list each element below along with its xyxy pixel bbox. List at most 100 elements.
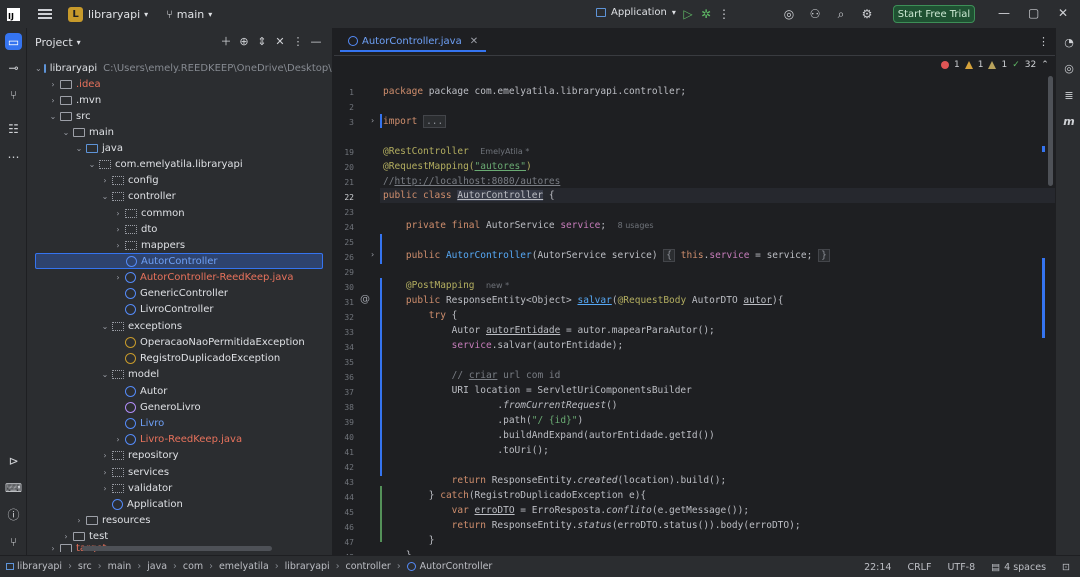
tree-item-livro-reedkeep[interactable]: › Livro-ReedKeep.java	[27, 431, 327, 447]
add-user-icon[interactable]: ⚇	[806, 5, 824, 23]
database-icon[interactable]: ≣	[1061, 87, 1077, 103]
endpoint-gutter-icon[interactable]: @	[360, 294, 370, 305]
tree-item-autorcontroller-selected[interactable]: AutorController	[35, 253, 323, 269]
run-icon[interactable]: ▷	[679, 5, 697, 23]
lock-icon[interactable]: ⊡	[1062, 562, 1070, 573]
tree-item-test[interactable]: › test	[27, 528, 327, 544]
fold-chevron-icon[interactable]: ›	[371, 250, 374, 259]
chevron-down-icon[interactable]: ▾	[77, 38, 81, 47]
indent-icon: ▤	[991, 561, 1001, 573]
start-free-trial-button[interactable]: Start Free Trial	[893, 5, 975, 23]
tab-options-icon[interactable]: ⋮	[1038, 35, 1049, 48]
branch-selector[interactable]: ⑂ main ▾	[166, 8, 212, 21]
pull-requests-icon[interactable]: ⑂	[5, 86, 22, 103]
tree-item-main[interactable]: ⌄ main	[27, 124, 327, 140]
breadcrumb-item[interactable]: src	[78, 561, 92, 572]
tree-item-resources[interactable]: › resources	[27, 512, 327, 528]
add-icon[interactable]: ＋	[220, 35, 232, 48]
scroll-marker	[1042, 146, 1045, 152]
code-line-36: // criar url com id	[451, 370, 561, 381]
breadcrumb-item[interactable]: emelyatila	[219, 561, 269, 572]
tree-item-operacaonaopermitidaexception[interactable]: OperacaoNaoPermitidaException	[27, 334, 327, 350]
tree-item-model[interactable]: ⌄ model	[27, 366, 327, 382]
breadcrumb-item[interactable]: libraryapi	[17, 561, 62, 572]
git-icon[interactable]: ⑂	[5, 533, 22, 550]
project-view-title[interactable]: Project	[35, 36, 73, 49]
main-menu-icon[interactable]	[38, 9, 52, 19]
close-tab-icon[interactable]: ✕	[470, 36, 478, 47]
tree-item-generolivro[interactable]: GeneroLivro	[27, 399, 327, 415]
tree-item-src[interactable]: ⌄ src	[27, 108, 327, 124]
tab-label: AutorController.java	[362, 35, 462, 47]
ai-assistant-icon[interactable]: ◎	[780, 5, 798, 23]
tree-item-common[interactable]: › common	[27, 205, 327, 221]
debug-icon[interactable]: ✲	[697, 5, 715, 23]
problems-icon[interactable]: ⓘ	[5, 506, 22, 523]
tree-item-libraryapi[interactable]: ⌄ libraryapi C:\Users\emely.REEDKEEP\One…	[27, 60, 332, 76]
tree-item-validator[interactable]: › validator	[27, 480, 327, 496]
structure-icon[interactable]: ☷	[5, 120, 22, 137]
run-config-selector[interactable]: Application ▾	[596, 7, 676, 18]
tree-item-livrocontroller[interactable]: LivroController	[27, 301, 327, 317]
tree-item-mappers[interactable]: › mappers	[27, 237, 327, 253]
line-separator[interactable]: CRLF	[907, 562, 931, 573]
tree-item-java[interactable]: ⌄ java	[27, 140, 327, 156]
line-number: 37	[344, 388, 354, 397]
options-icon[interactable]: ⋮	[292, 35, 304, 48]
services-icon[interactable]: ⊳	[5, 452, 22, 469]
tree-item-package[interactable]: ⌄ com.emelyatila.libraryapi	[27, 156, 327, 172]
locate-icon[interactable]: ⊕	[238, 35, 250, 48]
code-editor: AutorController.java ✕ ⋮ 1 1 1 ✓32 ⌃ ⌄ 1…	[334, 28, 1061, 555]
more-tools-icon[interactable]: ⋯	[5, 148, 22, 165]
breadcrumb-item[interactable]: AutorController	[420, 561, 493, 572]
tab-autorcontroller[interactable]: AutorController.java ✕	[340, 32, 487, 52]
tree-item-registroduplicadoexception[interactable]: RegistroDuplicadoException	[27, 350, 327, 366]
terminal-icon[interactable]: ⌨	[5, 479, 22, 496]
tree-item-repository[interactable]: › repository	[27, 447, 327, 463]
breadcrumb-item[interactable]: controller	[346, 561, 391, 572]
tree-item-livro[interactable]: Livro	[27, 415, 327, 431]
project-selector[interactable]: libraryapi	[88, 8, 140, 21]
commit-icon[interactable]: ⊸	[5, 59, 22, 76]
more-actions-icon[interactable]: ⋮	[715, 5, 733, 23]
line-number: 36	[344, 373, 354, 382]
folded-imports[interactable]: ...	[423, 115, 447, 128]
caret-position[interactable]: 22:14	[864, 562, 891, 573]
tree-item-mvn[interactable]: › .mvn	[27, 92, 327, 108]
hide-icon[interactable]: —	[310, 35, 322, 48]
ai-chat-icon[interactable]: ◎	[1061, 60, 1077, 76]
code-line-20: @RequestMapping("autores")	[383, 161, 532, 172]
tree-item-application[interactable]: Application	[27, 496, 327, 512]
close-icon[interactable]: ✕	[1058, 6, 1068, 20]
maven-icon[interactable]: m	[1061, 113, 1077, 129]
project-horizontal-scrollbar[interactable]	[82, 546, 272, 551]
tree-item-exceptions[interactable]: ⌄ exceptions	[27, 318, 327, 334]
breadcrumb-item[interactable]: com	[183, 561, 203, 572]
tree-item-services[interactable]: › services	[27, 464, 327, 480]
gear-icon[interactable]: ⚙	[858, 5, 876, 23]
file-encoding[interactable]: UTF-8	[947, 562, 975, 573]
expand-all-icon[interactable]: ⇕	[256, 35, 268, 48]
collapse-all-icon[interactable]: ✕	[274, 35, 286, 48]
code-area[interactable]: 1 package package com.emelyatila.library…	[334, 56, 1055, 555]
project-folder-icon[interactable]: ▭	[5, 33, 22, 50]
tree-item-idea[interactable]: › .idea	[27, 76, 327, 92]
breadcrumb-item[interactable]: libraryapi	[285, 561, 330, 572]
notifications-icon[interactable]: ◔	[1061, 34, 1077, 50]
tree-item-config[interactable]: › config	[27, 172, 327, 188]
tree-item-genericcontroller[interactable]: GenericController	[27, 285, 327, 301]
tree-item-controller[interactable]: ⌄ controller	[27, 188, 327, 204]
tree-item-autor[interactable]: Autor	[27, 383, 327, 399]
breadcrumb-item[interactable]: java	[147, 561, 167, 572]
editor-vertical-scrollbar[interactable]	[1048, 76, 1053, 186]
project-badge[interactable]: L	[68, 6, 83, 22]
search-icon[interactable]: ⌕	[832, 5, 850, 23]
indent-setting[interactable]: 4 spaces	[1004, 562, 1046, 573]
tree-item-dto[interactable]: › dto	[27, 221, 327, 237]
breadcrumb-item[interactable]: main	[108, 561, 132, 572]
chevron-down-icon[interactable]: ▾	[144, 10, 148, 19]
minimize-icon[interactable]: —	[998, 6, 1010, 20]
tree-item-autorcontroller-reedkeep[interactable]: › AutorController-ReedKeep.java	[27, 269, 327, 285]
maximize-icon[interactable]: ▢	[1028, 6, 1039, 20]
fold-chevron-icon[interactable]: ›	[371, 116, 374, 125]
